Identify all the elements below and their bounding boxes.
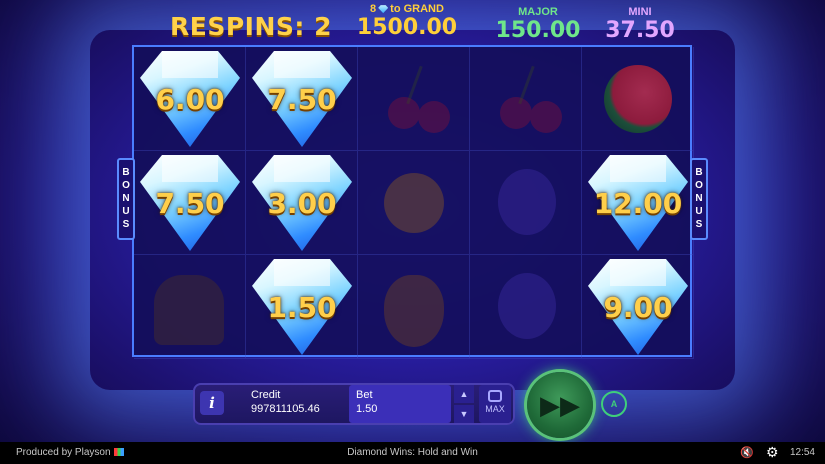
autoplay-button[interactable]: A bbox=[601, 391, 627, 417]
reel-cell bbox=[358, 151, 470, 255]
plum-symbol-icon bbox=[498, 273, 556, 339]
major-label: MAJOR bbox=[518, 6, 558, 18]
bet-decrease-button[interactable]: ▼ bbox=[454, 405, 474, 423]
diamond-value: 7.50 bbox=[267, 83, 337, 116]
game-title: Diamond Wins: Hold and Win bbox=[347, 447, 478, 458]
bell-symbol-icon bbox=[154, 275, 224, 345]
plum-symbol-icon bbox=[498, 169, 556, 235]
reel-cell bbox=[582, 47, 694, 151]
coins-icon bbox=[488, 390, 502, 402]
footer-bar: Produced by Playson Diamond Wins: Hold a… bbox=[0, 442, 825, 464]
diamond-value: 3.00 bbox=[267, 187, 337, 220]
bet-value: 1.50 bbox=[356, 403, 378, 415]
respins-counter: RESPINS: 2 bbox=[170, 12, 332, 41]
grand-value: 1500.00 bbox=[356, 15, 458, 40]
diamond-value: 6.00 bbox=[155, 83, 225, 116]
bet-label: Bet bbox=[356, 389, 373, 401]
reel-cell bbox=[134, 255, 246, 359]
clock: 12:54 bbox=[789, 447, 815, 458]
reel-cell bbox=[470, 255, 582, 359]
cherry-stem bbox=[518, 65, 535, 105]
reel-cell: 9.00 bbox=[582, 255, 694, 359]
gear-icon[interactable]: ⚙ bbox=[766, 444, 779, 461]
reel-cell bbox=[358, 255, 470, 359]
bonus-left-badge: BONUS bbox=[117, 158, 135, 240]
reel-cell: 12.00 bbox=[582, 151, 694, 255]
mini-value: 37.50 bbox=[605, 18, 675, 43]
pear-symbol-icon bbox=[384, 275, 444, 347]
mini-jackpot: MINI 37.50 bbox=[600, 6, 680, 43]
cherry-symbol-icon bbox=[388, 97, 420, 129]
grand-label: to GRAND bbox=[390, 3, 444, 15]
spin-button[interactable]: ▶▶ bbox=[527, 372, 593, 438]
info-button[interactable]: i bbox=[200, 391, 224, 415]
cherry-symbol-icon bbox=[500, 97, 532, 129]
reel-grid: 6.00 7.50 7.50 3.00 12.00 1.50 9.00 bbox=[132, 45, 694, 359]
diamond-value: 1.50 bbox=[267, 291, 337, 324]
reel-cell bbox=[470, 151, 582, 255]
major-value: 150.00 bbox=[495, 18, 581, 43]
credit-label: Credit bbox=[251, 389, 281, 401]
reel-cell: 3.00 bbox=[246, 151, 358, 255]
max-label: MAX bbox=[485, 404, 505, 414]
lemon-symbol-icon bbox=[384, 173, 444, 233]
max-bet-button[interactable]: MAX bbox=[479, 385, 511, 423]
reel-cell: 7.50 bbox=[246, 47, 358, 151]
sound-muted-icon[interactable]: 🔇 bbox=[740, 446, 754, 459]
diamond-value: 12.00 bbox=[593, 187, 683, 220]
reel-cell: 7.50 bbox=[134, 151, 246, 255]
mini-label: MINI bbox=[628, 6, 652, 18]
credit-value: 997811105.46 bbox=[251, 403, 320, 415]
grand-count: 8 bbox=[370, 3, 377, 15]
major-jackpot: MAJOR 150.00 bbox=[495, 6, 581, 43]
diamond-value: 7.50 bbox=[155, 187, 225, 220]
jackpot-bar: RESPINS: 2 8 to GRAND 1500.00 MAJOR 150.0… bbox=[0, 0, 825, 46]
cherry-stem bbox=[406, 65, 423, 105]
reel-cell bbox=[470, 47, 582, 151]
reel-cell bbox=[358, 47, 470, 151]
bonus-right-badge: BONUS bbox=[690, 158, 708, 240]
diamond-icon bbox=[378, 5, 389, 14]
grand-jackpot: 8 to GRAND 1500.00 bbox=[352, 3, 462, 40]
diamond-value: 9.00 bbox=[603, 291, 673, 324]
bet-increase-button[interactable]: ▲ bbox=[454, 385, 474, 403]
watermelon-symbol-icon bbox=[604, 65, 672, 133]
reel-cell: 1.50 bbox=[246, 255, 358, 359]
fast-forward-icon: ▶▶ bbox=[540, 390, 580, 420]
reel-cell: 6.00 bbox=[134, 47, 246, 151]
